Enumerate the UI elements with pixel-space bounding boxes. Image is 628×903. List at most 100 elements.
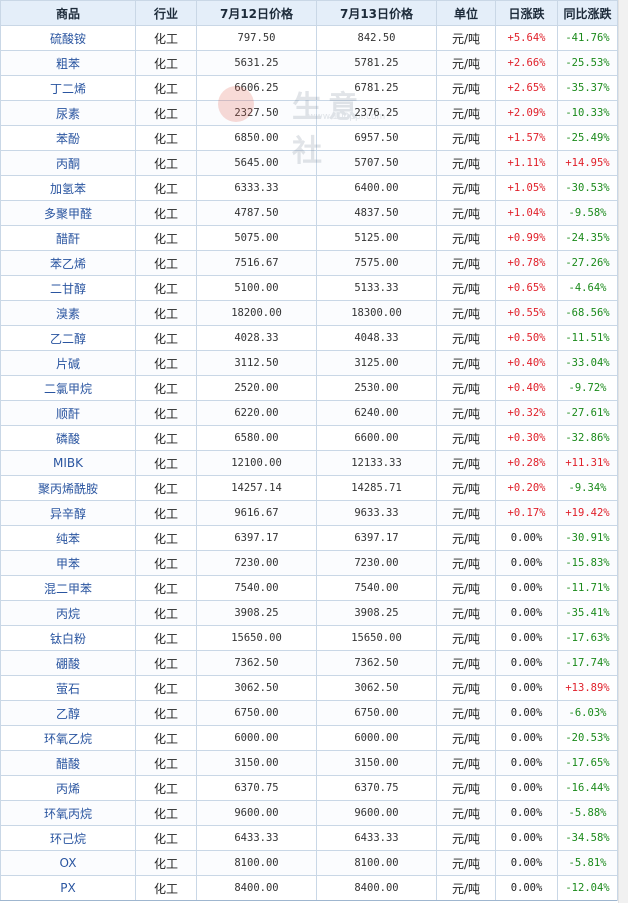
daily-change-cell: 0.00% xyxy=(495,625,558,651)
product-name-link[interactable]: 丙烯 xyxy=(0,775,136,801)
product-name-link[interactable]: 硼酸 xyxy=(0,650,136,676)
col-header-name[interactable]: 商品 xyxy=(0,0,136,26)
table-row: 溴素 化工 18200.00 18300.00 元/吨 +0.55% -68.56% xyxy=(0,300,618,326)
scrollbar[interactable] xyxy=(618,0,628,903)
product-name-link[interactable]: 萤石 xyxy=(0,675,136,701)
product-name-link[interactable]: 乙醇 xyxy=(0,700,136,726)
product-name-link[interactable]: 磷酸 xyxy=(0,425,136,451)
product-name-link[interactable]: 丙酮 xyxy=(0,150,136,176)
product-name-link[interactable]: 片碱 xyxy=(0,350,136,376)
price-jul13-cell: 5707.50 xyxy=(316,150,437,176)
product-name-link[interactable]: 混二甲苯 xyxy=(0,575,136,601)
product-name-link[interactable]: 环氧丙烷 xyxy=(0,800,136,826)
table-row: 二甘醇 化工 5100.00 5133.33 元/吨 +0.65% -4.64% xyxy=(0,275,618,301)
yoy-change-cell: -17.74% xyxy=(557,650,618,676)
unit-cell: 元/吨 xyxy=(436,550,496,576)
price-jul13-cell: 15650.00 xyxy=(316,625,437,651)
price-jul12-cell: 3150.00 xyxy=(196,750,317,776)
product-name-link[interactable]: 苯酚 xyxy=(0,125,136,151)
table-row: 醋酐 化工 5075.00 5125.00 元/吨 +0.99% -24.35% xyxy=(0,225,618,251)
product-name-link[interactable]: 醋酸 xyxy=(0,750,136,776)
industry-cell: 化工 xyxy=(135,425,197,451)
product-name-link[interactable]: 顺酐 xyxy=(0,400,136,426)
industry-cell: 化工 xyxy=(135,475,197,501)
yoy-change-cell: -15.83% xyxy=(557,550,618,576)
daily-change-cell: +1.57% xyxy=(495,125,558,151)
product-name-link[interactable]: 硫酸铵 xyxy=(0,25,136,51)
price-jul12-cell: 8400.00 xyxy=(196,875,317,901)
table-row: 醋酸 化工 3150.00 3150.00 元/吨 0.00% -17.65% xyxy=(0,750,618,776)
price-jul13-cell: 4048.33 xyxy=(316,325,437,351)
price-jul13-cell: 7362.50 xyxy=(316,650,437,676)
product-name-link[interactable]: 乙二醇 xyxy=(0,325,136,351)
product-name-link[interactable]: 二甘醇 xyxy=(0,275,136,301)
product-name-link[interactable]: 醋酐 xyxy=(0,225,136,251)
table-row: 磷酸 化工 6580.00 6600.00 元/吨 +0.30% -32.86% xyxy=(0,425,618,451)
daily-change-cell: 0.00% xyxy=(495,525,558,551)
col-header-unit[interactable]: 单位 xyxy=(436,0,496,26)
product-name-link[interactable]: 异辛醇 xyxy=(0,500,136,526)
col-header-industry[interactable]: 行业 xyxy=(135,0,197,26)
product-name-link[interactable]: 丁二烯 xyxy=(0,75,136,101)
product-name-link[interactable]: 环己烷 xyxy=(0,825,136,851)
yoy-change-cell: -17.63% xyxy=(557,625,618,651)
table-row: 多聚甲醛 化工 4787.50 4837.50 元/吨 +1.04% -9.58% xyxy=(0,200,618,226)
product-name-link[interactable]: 加氢苯 xyxy=(0,175,136,201)
price-jul12-cell: 2327.50 xyxy=(196,100,317,126)
yoy-change-cell: -68.56% xyxy=(557,300,618,326)
product-name-link[interactable]: 溴素 xyxy=(0,300,136,326)
industry-cell: 化工 xyxy=(135,825,197,851)
product-name-link[interactable]: 苯乙烯 xyxy=(0,250,136,276)
industry-cell: 化工 xyxy=(135,375,197,401)
product-name-link[interactable]: 二氯甲烷 xyxy=(0,375,136,401)
product-name-link[interactable]: 丙烷 xyxy=(0,600,136,626)
product-name-link[interactable]: 钛白粉 xyxy=(0,625,136,651)
product-name-link[interactable]: 尿素 xyxy=(0,100,136,126)
yoy-change-cell: -27.26% xyxy=(557,250,618,276)
daily-change-cell: 0.00% xyxy=(495,800,558,826)
col-header-daily-change[interactable]: 日涨跌 xyxy=(495,0,558,26)
price-jul13-cell: 7540.00 xyxy=(316,575,437,601)
yoy-change-cell: -5.81% xyxy=(557,850,618,876)
product-name-link[interactable]: MIBK xyxy=(0,450,136,476)
product-name-link[interactable]: OX xyxy=(0,850,136,876)
col-header-yoy-change[interactable]: 同比涨跌 xyxy=(557,0,618,26)
product-name-link[interactable]: 粗苯 xyxy=(0,50,136,76)
price-jul13-cell: 6433.33 xyxy=(316,825,437,851)
table-row: 聚丙烯酰胺 化工 14257.14 14285.71 元/吨 +0.20% -9.34% xyxy=(0,475,618,501)
unit-cell: 元/吨 xyxy=(436,350,496,376)
daily-change-cell: 0.00% xyxy=(495,775,558,801)
price-jul12-cell: 5100.00 xyxy=(196,275,317,301)
table-row: 环己烷 化工 6433.33 6433.33 元/吨 0.00% -34.58% xyxy=(0,825,618,851)
col-header-price-jul13[interactable]: 7月13日价格 xyxy=(316,0,437,26)
price-jul13-cell: 6957.50 xyxy=(316,125,437,151)
daily-change-cell: +2.66% xyxy=(495,50,558,76)
daily-change-cell: 0.00% xyxy=(495,875,558,901)
yoy-change-cell: +13.89% xyxy=(557,675,618,701)
price-jul12-cell: 6580.00 xyxy=(196,425,317,451)
industry-cell: 化工 xyxy=(135,700,197,726)
table-row: 环氧乙烷 化工 6000.00 6000.00 元/吨 0.00% -20.53% xyxy=(0,725,618,751)
product-name-link[interactable]: 环氧乙烷 xyxy=(0,725,136,751)
table-row: OX 化工 8100.00 8100.00 元/吨 0.00% -5.81% xyxy=(0,850,618,876)
daily-change-cell: 0.00% xyxy=(495,675,558,701)
unit-cell: 元/吨 xyxy=(436,200,496,226)
col-header-price-jul12[interactable]: 7月12日价格 xyxy=(196,0,317,26)
product-name-link[interactable]: 多聚甲醛 xyxy=(0,200,136,226)
price-jul12-cell: 5645.00 xyxy=(196,150,317,176)
unit-cell: 元/吨 xyxy=(436,325,496,351)
table-row: 硫酸铵 化工 797.50 842.50 元/吨 +5.64% -41.76% xyxy=(0,25,618,51)
product-name-link[interactable]: PX xyxy=(0,875,136,901)
yoy-change-cell: -33.04% xyxy=(557,350,618,376)
price-jul13-cell: 9633.33 xyxy=(316,500,437,526)
product-name-link[interactable]: 甲苯 xyxy=(0,550,136,576)
price-jul12-cell: 6433.33 xyxy=(196,825,317,851)
product-name-link[interactable]: 纯苯 xyxy=(0,525,136,551)
unit-cell: 元/吨 xyxy=(436,250,496,276)
price-jul12-cell: 797.50 xyxy=(196,25,317,51)
unit-cell: 元/吨 xyxy=(436,450,496,476)
table-row: 苯酚 化工 6850.00 6957.50 元/吨 +1.57% -25.49% xyxy=(0,125,618,151)
yoy-change-cell: +14.95% xyxy=(557,150,618,176)
table-row: 乙二醇 化工 4028.33 4048.33 元/吨 +0.50% -11.51% xyxy=(0,325,618,351)
product-name-link[interactable]: 聚丙烯酰胺 xyxy=(0,475,136,501)
